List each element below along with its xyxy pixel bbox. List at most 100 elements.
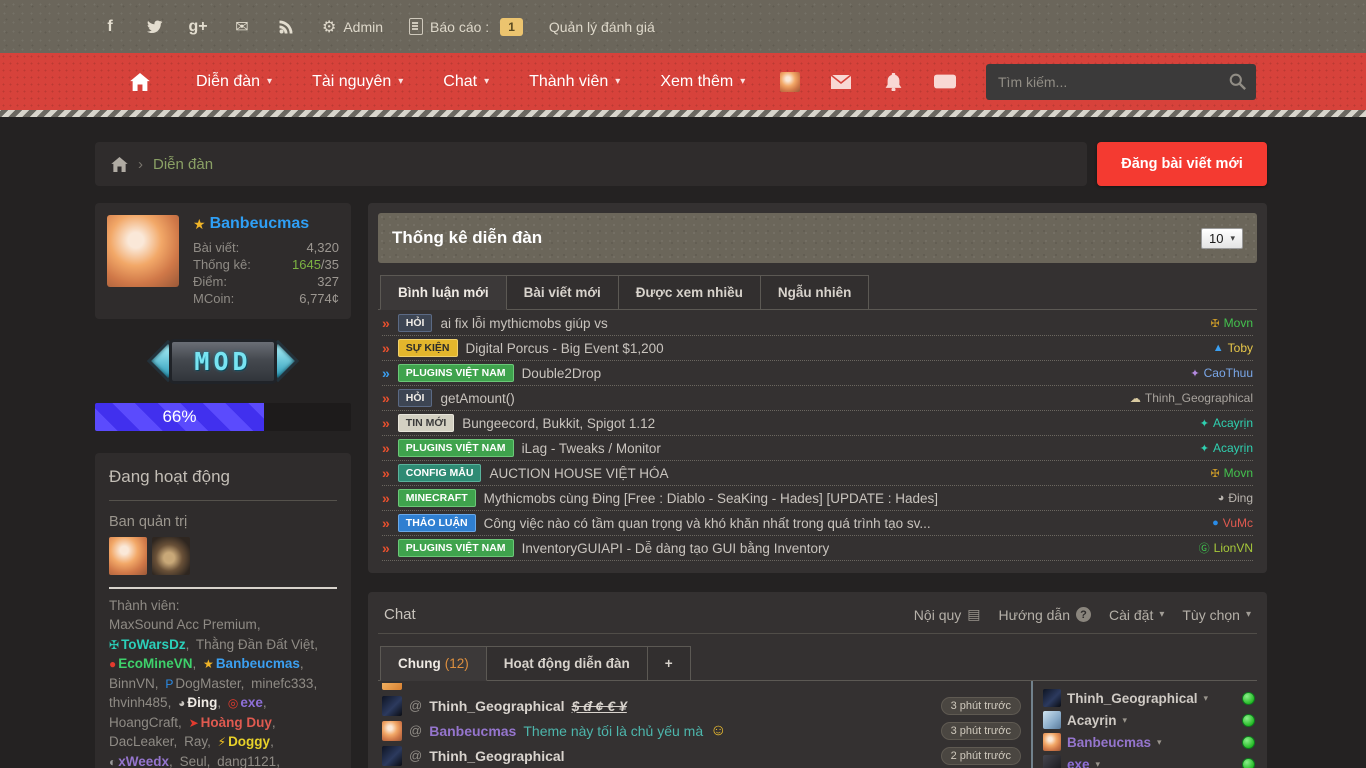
nav-menu-item[interactable]: Thành viên ▾ [513,63,636,101]
list-item[interactable]: Thinh_Geographical ▾ [1043,687,1255,709]
thread-title-link[interactable]: Digital Porcus - Big Event $1,200 [466,341,664,356]
tab[interactable]: Bình luận mới [380,275,507,310]
message-username[interactable]: Thinh_Geographical [429,748,564,764]
message-username[interactable]: Banbeucmas [429,723,516,739]
thread-title-link[interactable]: Double2Drop [522,366,602,381]
member-name-link[interactable]: xWeedx [118,754,169,768]
thread-last-user[interactable]: ▲ Toby [1213,341,1253,355]
staff-avatar[interactable] [152,537,190,575]
thread-last-user[interactable]: ✦ Acayrịn [1200,416,1253,430]
google-plus-icon[interactable]: g+ [188,17,208,37]
tab[interactable]: Chung (12) [380,646,487,681]
chat-rules-link[interactable]: Nội quy ▤ [914,606,981,623]
member-name-link[interactable]: EcoMineVN [118,656,192,671]
member-name-link[interactable]: Banbeucmas [216,656,300,671]
nav-menu-item[interactable]: Chat ▾ [427,63,505,101]
thread-last-user[interactable]: ● VuMc [1212,516,1253,530]
breadcrumb-home-icon[interactable] [111,156,128,172]
member-name-link[interactable]: DogMaster [175,676,240,691]
admin-link[interactable]: ⚙ Admin [322,17,383,37]
tab[interactable]: Bài viết mới [506,275,619,309]
thread-last-user[interactable]: ✠ Movn [1210,316,1253,330]
member-name-link[interactable]: HoangCraft [109,715,178,730]
tab[interactable]: + [647,646,691,680]
thread-last-user[interactable]: ◕ Đing [1218,491,1253,505]
chevron-down-icon[interactable]: ▾ [1204,693,1209,704]
twitter-icon[interactable] [144,17,164,37]
tab[interactable]: Hoạt động diễn đàn [486,646,648,680]
user-rank-icon: ☁ [1129,392,1141,405]
member-name-link[interactable]: minefc333 [251,676,313,691]
member-name-link[interactable]: Hoàng Duy [201,715,272,730]
facebook-icon[interactable]: f [100,17,120,37]
profile-avatar[interactable] [107,215,179,287]
thread-title-link[interactable]: InventoryGUIAPI - Dễ dàng tạo GUI bằng I… [522,541,830,556]
member-name-link[interactable]: Doggy [228,734,270,749]
thread-last-user[interactable]: Ⓖ LionVN [1199,540,1253,556]
search-button[interactable] [1229,73,1246,90]
thread-last-user[interactable]: ✦ CaoThuu [1190,366,1253,380]
member-name-link[interactable]: Ray [184,734,207,749]
rss-icon[interactable] [276,17,296,37]
thread-title-link[interactable]: iLag - Tweaks / Monitor [522,441,661,456]
member-name-link[interactable]: Seul [180,754,207,768]
member-name-link[interactable]: dang1121 [217,754,276,768]
chevron-down-icon[interactable]: ▾ [1096,759,1101,768]
thread-prefix-badge[interactable]: HỎI [397,313,433,333]
staff-avatar[interactable] [109,537,147,575]
money-icon[interactable]: 0 [934,71,956,93]
list-item[interactable]: Acayrịn ▾ [1043,709,1255,731]
thread-last-user[interactable]: ✦ Acayrịn [1200,441,1253,455]
chat-settings-link[interactable]: Cài đặt ▾ [1109,607,1164,623]
thread-prefix-badge[interactable]: TIN MỚI [397,413,455,433]
thread-title-link[interactable]: getAmount() [440,391,514,406]
member-name-link[interactable]: BinnVN [109,676,155,691]
user-avatar[interactable] [780,71,800,92]
member-name-link[interactable]: thvinh485 [109,695,168,710]
member-name-link[interactable]: ToWarsDz [121,637,186,652]
chevron-down-icon[interactable]: ▾ [1123,715,1128,726]
thread-prefix-badge[interactable]: MINECRAFT [397,488,476,508]
thread-prefix-badge[interactable]: SỰ KIỆN [397,338,458,358]
thread-prefix-badge[interactable]: THẢO LUẬN [397,513,476,533]
thread-title-link[interactable]: ai fix lỗi mythicmobs giúp vs [440,316,607,331]
member-name-link[interactable]: MaxSound Acc Premium [109,617,257,632]
nav-menu-item[interactable]: Diễn đàn ▾ [180,63,288,101]
search-input[interactable] [996,72,1229,91]
chat-guide-link[interactable]: Hướng dẫn ? [999,607,1091,623]
thread-prefix-badge[interactable]: PLUGINS VIỆT NAM [397,363,514,383]
member-name-link[interactable]: Thằng Đần Đất Việt [196,637,314,652]
tab[interactable]: Được xem nhiều [618,275,761,309]
bell-icon[interactable] [882,71,904,93]
reviews-link[interactable]: Quản lý đánh giá [549,19,655,35]
tab[interactable]: Ngẫu nhiên [760,275,870,309]
thread-last-user[interactable]: ✠ Movn [1210,466,1253,480]
list-item[interactable]: exe ▾ [1043,753,1255,768]
thread-prefix-badge[interactable]: CONFIG MẪU [397,463,482,483]
member-name-link[interactable]: Đing [187,695,217,710]
thread-title-link[interactable]: Bungeecord, Bukkit, Spigot 1.12 [462,416,655,431]
separator: , [173,734,178,750]
profile-username[interactable]: ★ Banbeucmas [193,215,339,233]
nav-menu-item[interactable]: Xem thêm ▾ [644,63,761,101]
member-name-link[interactable]: DacLeaker [109,734,174,749]
thread-prefix-badge[interactable]: PLUGINS VIỆT NAM [397,438,514,458]
chat-options-link[interactable]: Tùy chọn ▾ [1182,607,1251,623]
message-username[interactable]: Thinh_Geographical [429,698,564,714]
chevron-down-icon[interactable]: ▾ [1157,737,1162,748]
email-icon[interactable]: ✉ [232,17,252,37]
thread-title-link[interactable]: Công việc nào có tầm quan trọng và khó k… [484,516,931,531]
thread-title-link[interactable]: AUCTION HOUSE VIỆT HÓA [489,466,668,481]
per-page-select[interactable]: 10 ▾ [1201,227,1243,249]
messages-icon[interactable] [830,71,852,93]
reports-link[interactable]: Báo cáo : 1 [409,17,523,36]
thread-prefix-badge[interactable]: PLUGINS VIỆT NAM [397,538,514,558]
list-item[interactable]: Banbeucmas ▾ [1043,731,1255,753]
new-post-button[interactable]: Đăng bài viết mới [1097,142,1267,186]
thread-last-user[interactable]: ☁ Thinh_Geographical [1130,391,1253,405]
thread-prefix-badge[interactable]: HỎI [397,388,433,408]
home-nav-button[interactable] [118,62,162,102]
nav-menu-item[interactable]: Tài nguyên ▾ [296,63,419,101]
member-name-link[interactable]: exe [240,695,263,710]
thread-title-link[interactable]: Mythicmobs cùng Đing [Free : Diablo - Se… [484,491,938,506]
